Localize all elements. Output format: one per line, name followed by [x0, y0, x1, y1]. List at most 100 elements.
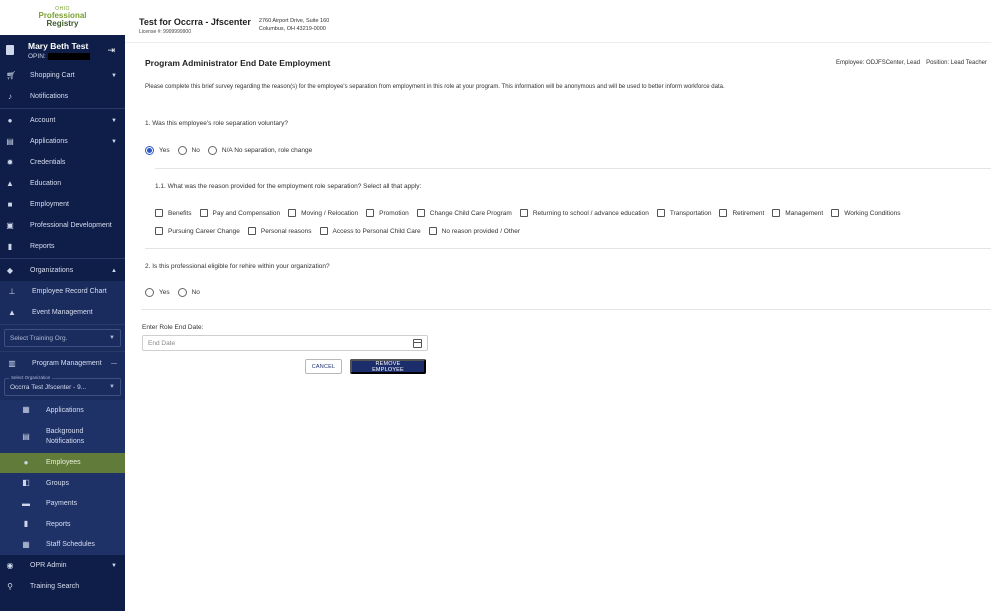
radio[interactable] — [145, 288, 154, 297]
sidebar-item-notifications[interactable]: ♪ Notifications — [0, 86, 125, 107]
sidebar-item-applications[interactable]: ▤ Applications ▼ — [0, 131, 125, 152]
reason-child-care-access[interactable]: Access to Personal Child Care — [319, 227, 421, 235]
sidebar-item-program-management[interactable]: ▥ Program Management — — [0, 353, 125, 374]
sidebar-item-reports[interactable]: ▮ Reports — [0, 236, 125, 257]
reason-transportation[interactable]: Transportation — [656, 209, 711, 217]
briefcase-icon: ■ — [7, 199, 13, 209]
org-chart-icon: ⊥ — [8, 286, 16, 296]
org-name: Test for Occrra - Jfscenter — [139, 17, 251, 27]
shield-icon: ◆ — [6, 265, 14, 275]
checkbox[interactable] — [519, 209, 528, 217]
remove-employee-button[interactable]: REMOVE EMPLOYEE — [350, 359, 426, 374]
sidebar-item-training-search[interactable]: ⚲ Training Search — [0, 576, 125, 597]
radio-checked[interactable] — [145, 146, 154, 155]
logout-icon[interactable]: ⇥ — [107, 45, 115, 56]
end-date-input[interactable]: End Date — [142, 335, 428, 351]
bell-icon: ♪ — [8, 91, 12, 101]
reasons-row-2: Pursuing Career Change Personal reasons … — [145, 227, 991, 235]
development-icon: ▣ — [6, 220, 14, 230]
reason-retirement[interactable]: Retirement — [719, 209, 764, 217]
select-training-org[interactable]: Select Training Org. ▼ — [4, 329, 121, 347]
q2-option-no[interactable]: No — [177, 288, 200, 297]
sidebar-item-groups[interactable]: ◧ Groups — [0, 473, 125, 494]
sidebar-item-employee-record-chart[interactable]: ⊥ Employee Record Chart — [0, 281, 125, 302]
end-date-label: Enter Role End Date: — [142, 324, 204, 331]
sidebar-item-opr-admin[interactable]: ◉ OPR Admin ▼ — [0, 555, 125, 576]
chevron-down-icon: ▼ — [111, 562, 117, 569]
divider — [0, 258, 125, 259]
q1-option-na[interactable]: N/A No separation, role change — [207, 146, 312, 155]
search-icon: ⚲ — [7, 581, 13, 591]
groups-icon: ◧ — [22, 478, 30, 488]
sidebar-item-shopping-cart[interactable]: 🛒︎ Shopping Cart ▼ — [0, 65, 125, 86]
sidebar-item-pm-reports[interactable]: ▮ Reports — [0, 514, 125, 535]
question-1-1: 1.1. What was the reason provided for th… — [155, 183, 422, 190]
checkbox[interactable] — [288, 209, 297, 217]
license-number: License #: 9999999900 — [139, 29, 191, 35]
checkbox[interactable] — [428, 227, 437, 235]
sidebar-item-pm-applications[interactable]: ▦ Applications — [0, 400, 125, 421]
person-icon: ● — [23, 457, 29, 467]
reason-personal[interactable]: Personal reasons — [247, 227, 312, 235]
org-header: Test for Occrra - Jfscenter License #: 9… — [125, 0, 991, 43]
reason-moving-relocation[interactable]: Moving / Relocation — [288, 209, 358, 217]
cart-icon: 🛒︎ — [6, 70, 17, 80]
reason-returning-school[interactable]: Returning to school / advance education — [519, 209, 649, 217]
radio[interactable] — [207, 146, 217, 155]
registry-logo[interactable]: OHIO Professional Registry — [0, 0, 125, 35]
reason-other[interactable]: No reason provided / Other — [428, 227, 520, 235]
question-1: 1. Was this employee's role separation v… — [145, 120, 288, 127]
checkbox[interactable] — [366, 209, 375, 217]
sidebar-item-credentials[interactable]: ✹ Credentials — [0, 152, 125, 173]
reason-career-change[interactable]: Pursuing Career Change — [155, 227, 240, 235]
sidebar-item-organizations[interactable]: ◆ Organizations ▲ — [0, 260, 125, 281]
sidebar-item-professional-development[interactable]: ▣ Professional Development — [0, 215, 125, 236]
q1-option-no[interactable]: No — [177, 146, 200, 155]
checkbox[interactable] — [155, 227, 163, 235]
credentials-icon: ✹ — [6, 157, 14, 167]
reason-pay-compensation[interactable]: Pay and Compensation — [199, 209, 280, 217]
reason-change-program[interactable]: Change Child Care Program — [416, 209, 512, 217]
checkbox[interactable] — [199, 209, 208, 217]
reason-promotion[interactable]: Promotion — [366, 209, 409, 217]
person-icon: ● — [7, 115, 13, 125]
chevron-down-icon: ▼ — [111, 117, 117, 124]
checkbox[interactable] — [319, 227, 328, 235]
checkbox[interactable] — [772, 209, 781, 217]
checkbox[interactable] — [247, 227, 256, 235]
divider — [0, 351, 125, 352]
sidebar-item-payments[interactable]: ▬ Payments — [0, 494, 125, 515]
select-organization[interactable]: Select Organization Occrra Test Jfscente… — [4, 375, 121, 396]
question-2-options: Yes No — [145, 288, 991, 297]
calendar-icon[interactable] — [413, 339, 422, 348]
reports-icon: ▮ — [7, 241, 13, 251]
checkbox[interactable] — [831, 209, 840, 217]
radio[interactable] — [177, 146, 187, 155]
sidebar-item-staff-schedules[interactable]: ▦ Staff Schedules — [0, 535, 125, 556]
collapse-icon: — — [111, 360, 117, 367]
checkbox[interactable] — [656, 209, 665, 217]
sidebar-item-event-management[interactable]: ▲ Event Management — [0, 302, 125, 323]
q1-option-yes[interactable]: Yes — [145, 146, 170, 155]
reason-working-conditions[interactable]: Working Conditions — [831, 209, 900, 217]
divider — [141, 309, 991, 310]
divider — [0, 108, 125, 109]
sidebar-item-account[interactable]: ● Account ▼ — [0, 110, 125, 131]
reason-benefits[interactable]: Benefits — [155, 209, 192, 217]
cancel-button[interactable]: CANCEL — [305, 359, 342, 374]
reason-management[interactable]: Management — [772, 209, 823, 217]
user-panel: Mary Beth Test OPIN: ⇥ — [0, 35, 125, 65]
sidebar-item-background-notifications[interactable]: ▤ Background Notifications — [0, 421, 125, 453]
org-address: 2760 Airport Drive, Suite 160 Columbus, … — [258, 18, 330, 33]
redacted-opin — [47, 52, 90, 60]
checkbox[interactable] — [155, 209, 163, 217]
checkbox[interactable] — [719, 209, 728, 217]
building-icon: ▥ — [8, 358, 16, 368]
checkbox[interactable] — [416, 209, 425, 217]
radio[interactable] — [177, 288, 187, 297]
sidebar-item-employment[interactable]: ■ Employment — [0, 194, 125, 215]
sidebar-item-employees[interactable]: ● Employees — [0, 452, 125, 473]
page-title: Program Administrator End Date Employmen… — [145, 58, 331, 68]
sidebar-item-education[interactable]: ▲ Education — [0, 173, 125, 194]
q2-option-yes[interactable]: Yes — [145, 288, 170, 297]
